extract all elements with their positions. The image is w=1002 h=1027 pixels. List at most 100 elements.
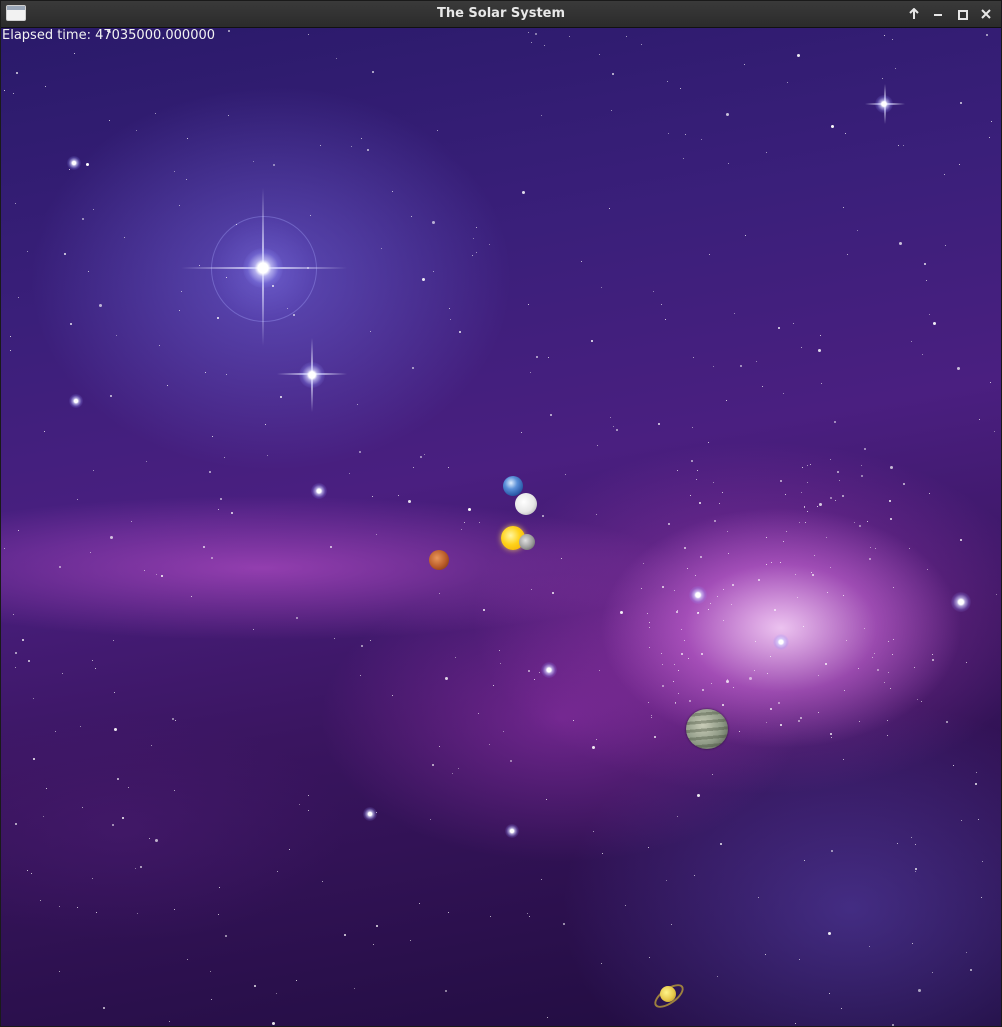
star: [59, 906, 60, 907]
star: [990, 382, 991, 383]
star: [859, 525, 861, 527]
star: [140, 866, 142, 868]
star: [308, 795, 309, 796]
star: [218, 509, 219, 510]
star: [489, 744, 490, 745]
star: [136, 130, 137, 131]
star: [541, 115, 542, 116]
star: [859, 721, 860, 722]
star: [376, 812, 377, 813]
star: [929, 493, 930, 494]
star: [626, 36, 627, 37]
star: [437, 130, 438, 131]
star: [693, 357, 694, 358]
star: [875, 548, 876, 549]
maximize-button[interactable]: [952, 4, 972, 24]
star: [448, 912, 449, 913]
star: [691, 460, 693, 462]
star: [10, 350, 11, 351]
star: [528, 304, 529, 305]
star: [27, 870, 28, 871]
star: [717, 976, 718, 977]
star: [933, 322, 936, 325]
star: [114, 692, 115, 693]
star: [461, 529, 462, 530]
star: [211, 557, 213, 559]
star: [110, 536, 113, 539]
star: [795, 1023, 796, 1024]
star: [433, 271, 434, 272]
star: [668, 523, 670, 525]
minimize-button[interactable]: [928, 4, 948, 24]
title-bar[interactable]: The Solar System: [1, 1, 1001, 28]
star: [27, 251, 28, 252]
star: [601, 963, 602, 964]
star: [174, 790, 175, 791]
star: [727, 531, 728, 532]
star: [766, 564, 767, 565]
star: [665, 319, 666, 320]
star: [161, 575, 163, 577]
mars-planet: [429, 550, 449, 570]
star: [982, 861, 983, 862]
star: [273, 164, 275, 166]
star: [439, 593, 440, 594]
star: [137, 913, 138, 914]
star: [945, 245, 946, 246]
star: [818, 712, 819, 713]
star: [544, 45, 545, 46]
star: [944, 174, 945, 175]
star: [914, 667, 915, 668]
star: [472, 255, 473, 256]
star: [872, 657, 873, 658]
star: [228, 115, 229, 116]
star: [542, 515, 544, 517]
star: [55, 731, 56, 732]
star: [122, 817, 124, 819]
star: [330, 546, 332, 548]
star: [116, 335, 117, 336]
star: [713, 366, 714, 367]
star: [888, 641, 889, 642]
star: [976, 772, 977, 773]
star: [117, 778, 119, 780]
star: [710, 603, 711, 604]
saturn-body: [660, 986, 676, 1002]
star: [726, 113, 729, 116]
star: [92, 878, 93, 879]
star: [455, 657, 456, 658]
star: [596, 514, 597, 515]
star: [929, 314, 930, 315]
star: [678, 670, 679, 671]
star: [367, 149, 369, 151]
star: [361, 138, 362, 139]
star: [766, 537, 767, 538]
star: [64, 253, 66, 255]
star: [780, 724, 782, 726]
star: [449, 308, 450, 309]
star: [95, 668, 96, 669]
simulation-canvas[interactable]: Elapsed time: 47035000.000000: [1, 28, 1001, 1026]
star: [448, 467, 449, 468]
star: [113, 640, 114, 641]
maximize-icon: [958, 10, 968, 20]
star: [103, 1007, 105, 1009]
star: [893, 587, 894, 588]
star: [528, 32, 529, 33]
star: [762, 386, 763, 387]
star: [986, 34, 988, 36]
star: [43, 816, 44, 817]
star: [700, 556, 702, 558]
star: [299, 804, 300, 805]
jupiter-planet: [686, 709, 728, 749]
star: [839, 480, 840, 481]
arrow-up-button[interactable]: [904, 4, 924, 24]
star: [877, 669, 879, 671]
star: [673, 681, 674, 682]
star: [289, 849, 290, 850]
close-button[interactable]: [976, 4, 996, 24]
saturn-planet: [650, 979, 688, 1013]
star: [13, 93, 14, 94]
star: [766, 722, 767, 723]
star: [892, 1024, 894, 1026]
